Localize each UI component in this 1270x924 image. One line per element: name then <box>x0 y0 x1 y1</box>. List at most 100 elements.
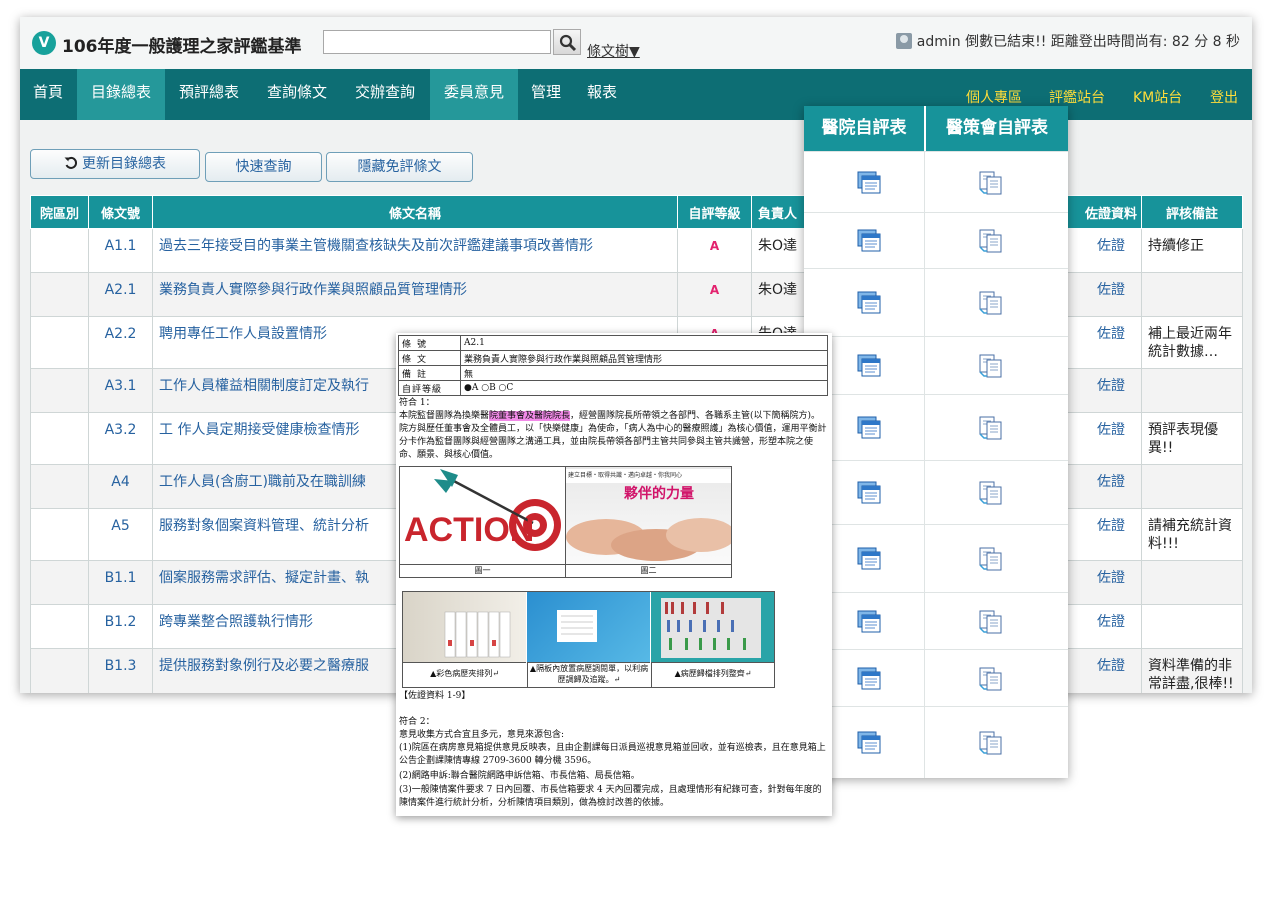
panel-row <box>804 212 1068 268</box>
nav-logout[interactable]: 登出 <box>1210 87 1238 107</box>
code-cell[interactable]: A2.2 <box>88 316 153 369</box>
commission-form-cell[interactable] <box>924 461 1056 524</box>
form-window-icon <box>857 610 881 633</box>
code-cell[interactable]: B1.1 <box>88 560 153 605</box>
doc-section2-title: 符合 2： <box>399 717 435 727</box>
campus-cell <box>30 560 89 605</box>
commission-form-cell[interactable] <box>924 525 1056 592</box>
refresh-catalog-label: 更新目錄總表 <box>82 156 166 172</box>
user-status-text: admin 倒數已結束!! 距離登出時間尚有: 82 分 8 秒 <box>916 34 1240 50</box>
campus-cell <box>30 228 89 273</box>
nav-assigned-query[interactable]: 交辦查詢 <box>341 69 429 120</box>
col-header-grade[interactable]: 自評等級 <box>677 195 752 229</box>
photo-divider <box>527 592 650 662</box>
code-cell[interactable]: A3.1 <box>88 368 153 413</box>
commission-form-cell[interactable] <box>924 650 1056 706</box>
copy-document-icon <box>978 667 1001 691</box>
photo-strip: ▲彩色病歷夾排列↵ ▲隔板內放置病歷調閱單，以利病歷調歸及追蹤。↵ ▲病歷歸檔排… <box>402 591 775 688</box>
doc-meta-key: 條號 <box>398 335 461 351</box>
doc-meta-key: 條文 <box>398 350 461 366</box>
self-assessment-panel: 醫院自評表 醫策會自評表 <box>804 106 1068 778</box>
code-cell[interactable]: A3.2 <box>88 412 153 465</box>
form-window-icon <box>857 547 881 570</box>
doc-evidence-ref: 【佐證資料 1-9】 <box>399 691 471 701</box>
col-header-note[interactable]: 評核備註 <box>1141 195 1243 229</box>
commission-form-cell[interactable] <box>924 269 1056 336</box>
joint-commission-self-assessment-header: 醫策會自評表 <box>926 106 1068 151</box>
col-header-campus[interactable]: 院區別 <box>30 195 89 229</box>
form-window-icon <box>857 229 881 252</box>
hide-exempt-button[interactable]: 隱藏免評條文 <box>326 152 473 182</box>
campus-cell <box>30 316 89 369</box>
doc-meta-table: 條號 A2.1 條文 業務負責人實際參與行政作業與照顧品質管理情形 備註無 自評等級… <box>398 335 828 396</box>
teamwork-image: 建立目標・取得共識・邁向卓越・你我同心 夥伴的力量 <box>566 467 731 564</box>
panel-row <box>804 592 1068 649</box>
doc-section1-title: 符合 1： <box>399 398 435 408</box>
search-input[interactable] <box>323 30 551 54</box>
commission-form-cell[interactable] <box>924 707 1056 778</box>
panel-row <box>804 268 1068 336</box>
note-cell <box>1141 560 1243 605</box>
form-window-icon <box>857 481 881 504</box>
photo-shelves <box>651 592 774 662</box>
nav-evaluation-site[interactable]: 評鑑站台 <box>1049 87 1105 107</box>
panel-row <box>804 394 1068 460</box>
code-cell[interactable]: A4 <box>88 464 153 509</box>
figure-action: ACTION 圖一 <box>399 466 566 578</box>
logo-icon: V <box>32 31 56 55</box>
nav-management[interactable]: 管理 <box>518 69 574 120</box>
copy-document-icon <box>978 354 1001 378</box>
nav-home[interactable]: 首頁 <box>20 69 76 120</box>
form-window-icon <box>857 291 881 314</box>
hospital-form-cell[interactable] <box>804 269 936 336</box>
nav-km-site[interactable]: KM站台 <box>1133 87 1182 107</box>
code-cell[interactable]: B1.3 <box>88 648 153 693</box>
code-cell[interactable]: A2.1 <box>88 272 153 317</box>
search-button[interactable] <box>553 29 581 55</box>
col-header-code[interactable]: 條文號 <box>88 195 153 229</box>
hospital-form-cell[interactable] <box>804 152 936 212</box>
teamwork-slogan: 夥伴的力量 <box>624 486 694 502</box>
commission-form-cell[interactable] <box>924 337 1056 394</box>
figure-caption: 圖二 <box>566 564 731 577</box>
article-tree-link[interactable]: 條文樹▼ <box>587 41 640 61</box>
top-header: V 106年度一般護理之家評鑑基準 條文樹▼ admin 倒數已結束!! 距離登… <box>20 17 1252 69</box>
note-cell: 資料準備的非常詳盡,很棒!! <box>1141 648 1243 693</box>
panel-row <box>804 524 1068 592</box>
code-cell[interactable]: A5 <box>88 508 153 561</box>
nav-reports[interactable]: 報表 <box>574 69 630 120</box>
commission-form-cell[interactable] <box>924 213 1056 268</box>
hospital-self-assessment-header: 醫院自評表 <box>804 106 924 151</box>
action-image: ACTION <box>400 467 565 564</box>
commission-form-cell[interactable] <box>924 593 1056 649</box>
doc-meta-value: 無 <box>460 365 828 381</box>
doc-paragraph-2: 意見收集方式合宜且多元，意見來源包含: <box>399 730 565 740</box>
panel-row <box>804 151 1068 212</box>
copy-document-icon <box>978 731 1001 755</box>
doc-paragraph-2-item-3: (3)一般陳情案件要求 7 日內回覆、市長信箱要求 4 天內回覆完成，且處理情形… <box>399 785 822 808</box>
campus-cell <box>30 464 89 509</box>
note-cell <box>1141 272 1243 317</box>
hospital-form-cell[interactable] <box>804 213 936 268</box>
form-window-icon <box>857 354 881 377</box>
copy-document-icon <box>978 291 1001 315</box>
copy-document-icon <box>978 171 1001 195</box>
nav-pre-review-summary[interactable]: 預評總表 <box>165 69 253 120</box>
name-cell[interactable]: 過去三年接受目的事業主管機關查核缺失及前次評鑑建議事項改善情形 <box>152 228 678 273</box>
copy-document-icon <box>978 229 1001 253</box>
nav-committee-opinions[interactable]: 委員意見 <box>430 69 518 120</box>
nav-catalog-summary[interactable]: 目錄總表 <box>77 69 165 120</box>
nav-personal-area[interactable]: 個人專區 <box>966 87 1022 107</box>
nav-query-articles[interactable]: 查詢條文 <box>253 69 341 120</box>
commission-form-cell[interactable] <box>924 152 1056 212</box>
col-header-name[interactable]: 條文名稱 <box>152 195 678 229</box>
panel-column-divider <box>924 106 926 151</box>
doc-meta-value: 業務負責人實際參與行政作業與照顧品質管理情形 <box>460 350 828 366</box>
name-cell[interactable]: 業務負責人實際參與行政作業與照顧品質管理情形 <box>152 272 678 317</box>
grade-cell: A <box>677 228 752 273</box>
quick-search-button[interactable]: 快速查詢 <box>205 152 322 182</box>
commission-form-cell[interactable] <box>924 395 1056 460</box>
code-cell[interactable]: A1.1 <box>88 228 153 273</box>
code-cell[interactable]: B1.2 <box>88 604 153 649</box>
refresh-catalog-button[interactable]: 更新目錄總表 <box>30 149 200 179</box>
